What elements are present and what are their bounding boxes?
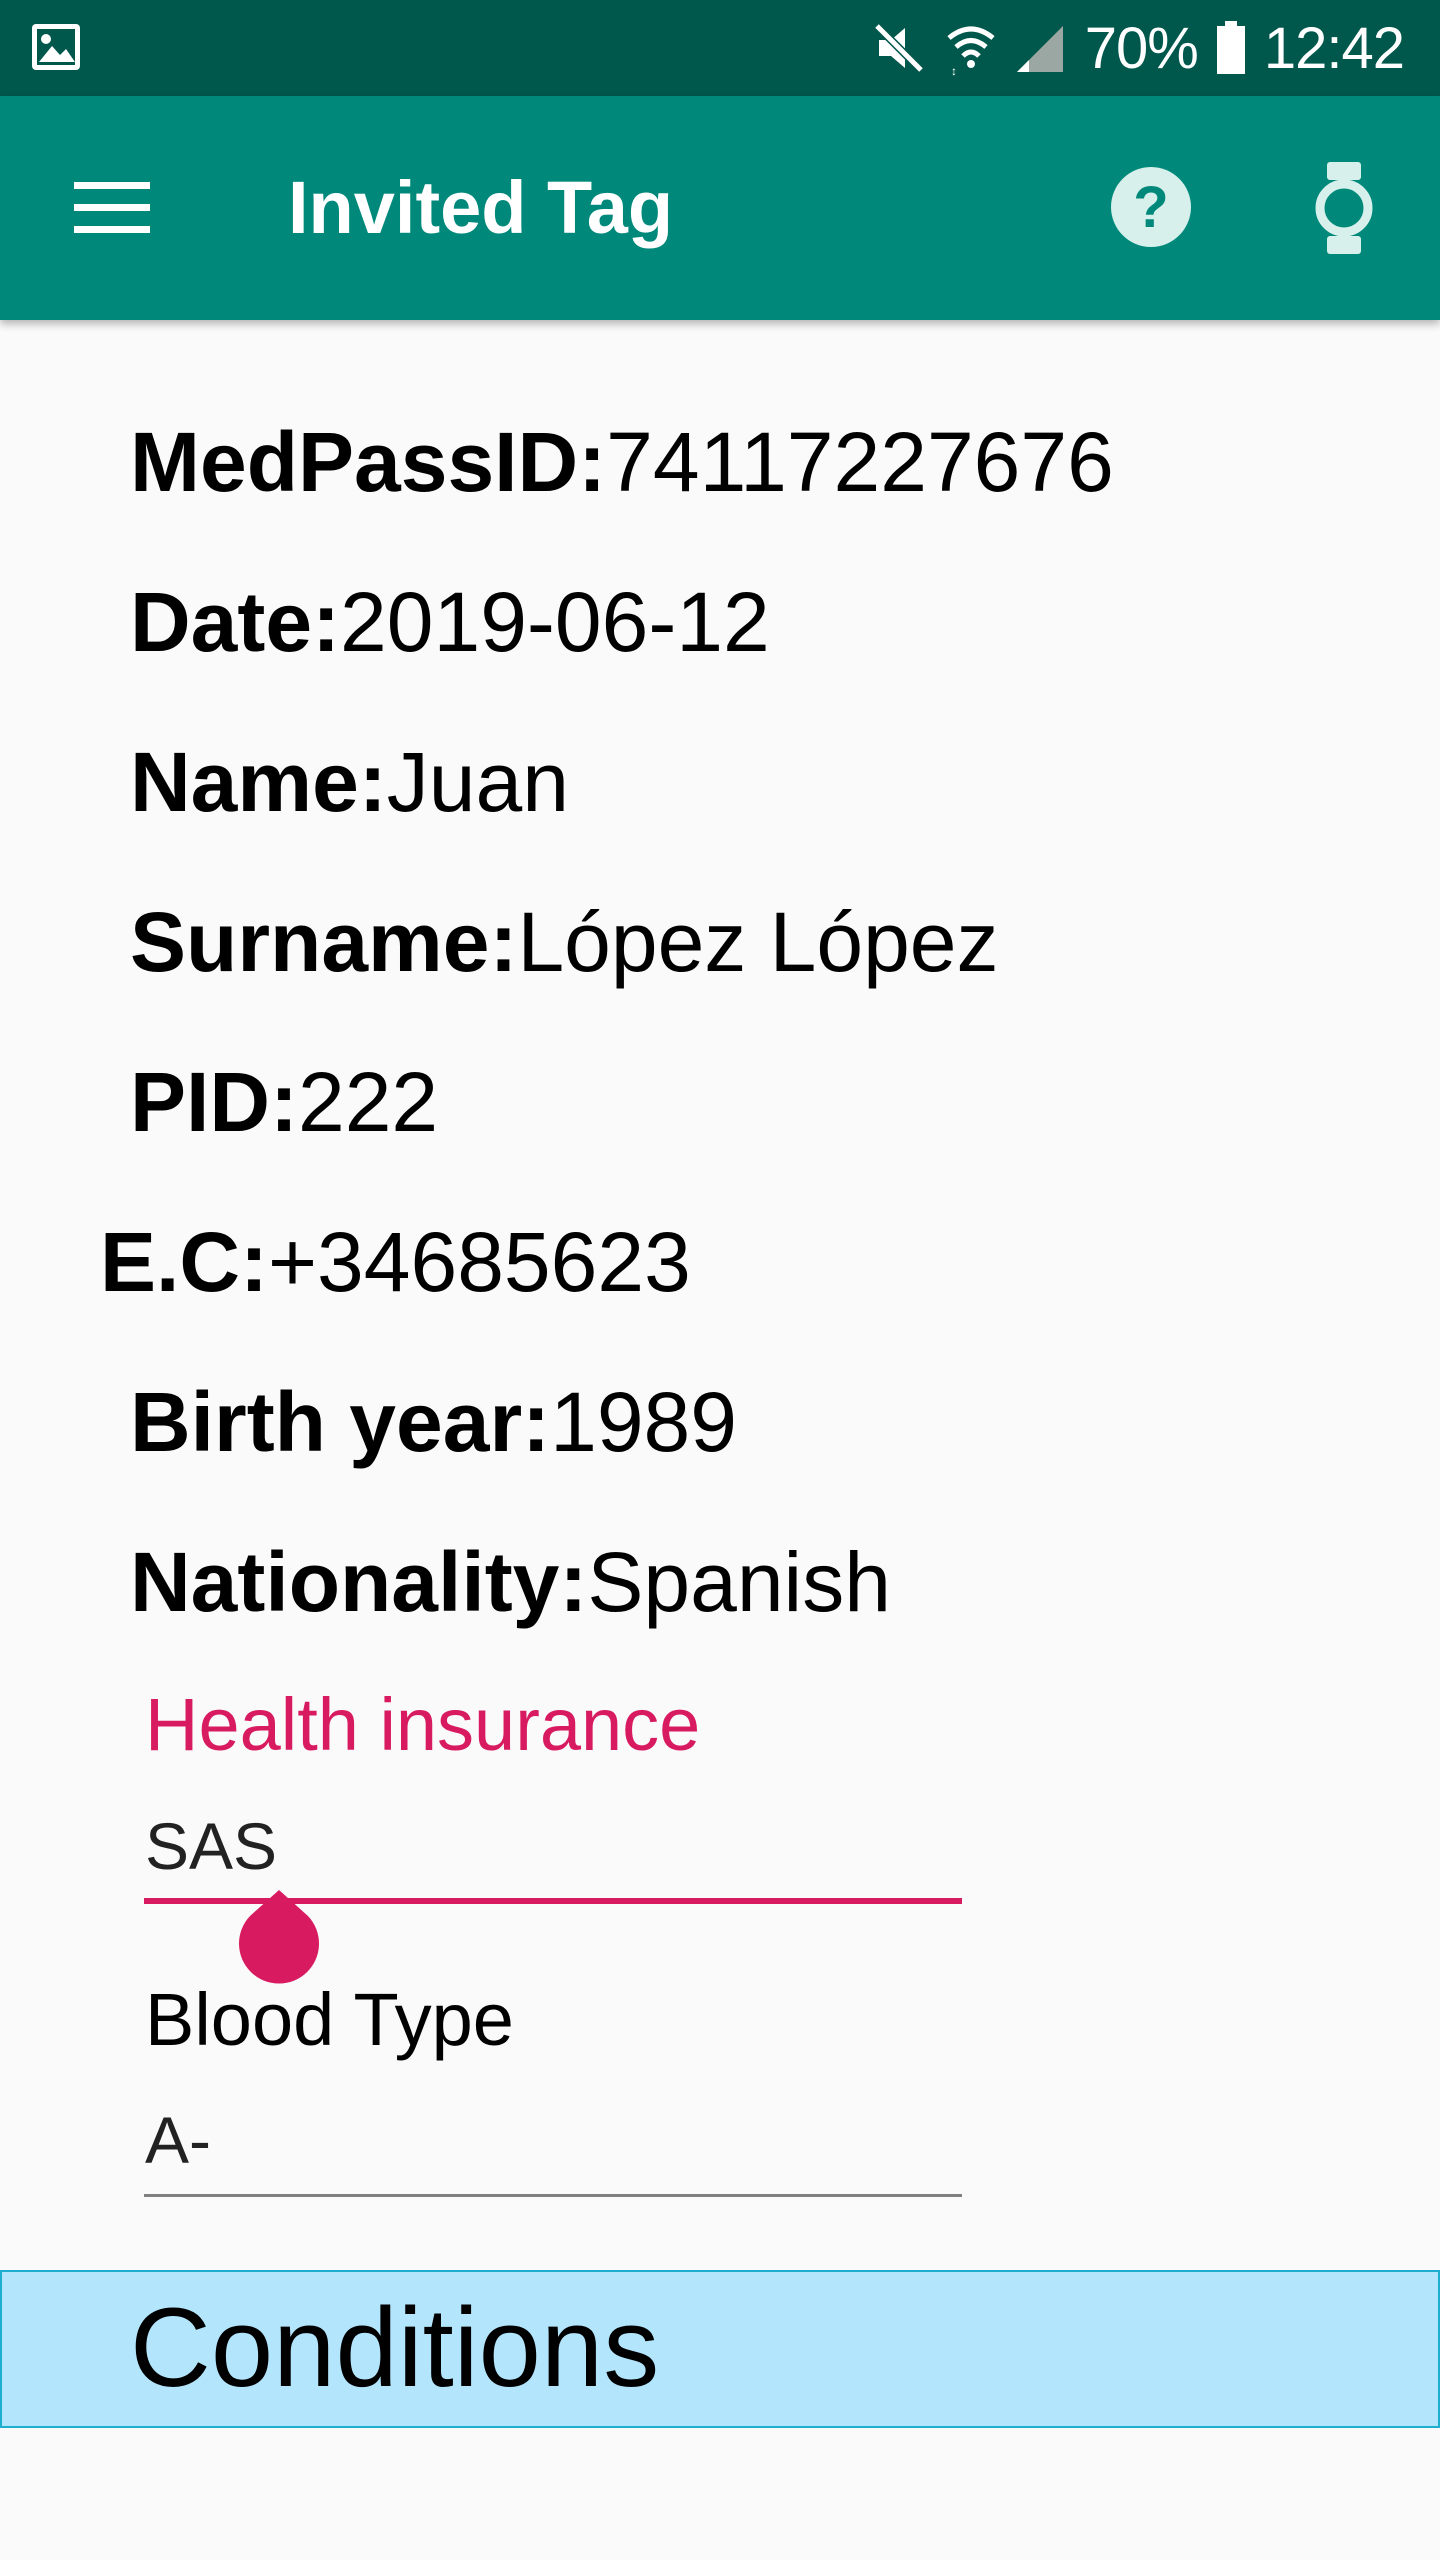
name-row: Name:Juan	[130, 734, 569, 830]
image-icon	[32, 24, 80, 70]
nationality-label: Nationality:	[130, 1535, 588, 1629]
blood-type-underline	[144, 2194, 962, 2197]
battery-percent: 70%	[1084, 15, 1199, 81]
emergency-contact-row: E.C:+34685623	[100, 1214, 691, 1310]
signal-icon	[1016, 26, 1063, 72]
surname-row: Surname:López López	[130, 894, 999, 990]
page-title: Invited Tag	[288, 166, 674, 249]
svg-text:↕: ↕	[951, 64, 957, 76]
blood-type-label: Blood Type	[145, 1978, 514, 2061]
health-insurance-input[interactable]: SAS	[145, 1808, 277, 1884]
svg-text:?: ?	[1133, 175, 1168, 240]
birth-year-label: Birth year:	[130, 1375, 551, 1469]
wifi-icon: ↕	[947, 26, 995, 76]
health-insurance-label: Health insurance	[145, 1683, 701, 1766]
emergency-contact-label: E.C:	[100, 1215, 268, 1309]
status-bar: ↕ 70% 12:42	[0, 0, 1440, 96]
blood-type-input[interactable]: A-	[145, 2102, 211, 2178]
surname-value: López López	[517, 895, 999, 989]
mute-icon	[873, 23, 924, 73]
medpass-id-label: MedPassID:	[130, 415, 607, 509]
battery-icon	[1216, 21, 1245, 74]
surname-label: Surname:	[130, 895, 518, 989]
conditions-title: Conditions	[130, 2285, 660, 2410]
clock: 12:42	[1263, 15, 1405, 81]
nationality-value: Spanish	[587, 1535, 891, 1629]
help-icon[interactable]: ?	[1110, 166, 1192, 248]
conditions-section[interactable]: Conditions	[0, 2270, 1440, 2428]
birth-year-value: 1989	[550, 1375, 737, 1469]
name-label: Name:	[130, 735, 387, 829]
medpass-id-row: MedPassID:74117227676	[130, 414, 1114, 510]
nationality-row: Nationality:Spanish	[130, 1534, 891, 1630]
text-cursor-handle[interactable]	[238, 1890, 320, 1984]
medpass-id-value: 74117227676	[606, 415, 1114, 509]
date-row: Date:2019-06-12	[130, 574, 770, 670]
app-bar: Invited Tag ?	[0, 96, 1440, 320]
name-value: Juan	[386, 735, 569, 829]
watch-icon[interactable]	[1313, 162, 1375, 254]
pid-value: 222	[298, 1055, 439, 1149]
date-value: 2019-06-12	[340, 575, 770, 669]
emergency-contact-value: +34685623	[268, 1215, 691, 1309]
date-label: Date:	[130, 575, 341, 669]
pid-label: PID:	[130, 1055, 298, 1149]
birth-year-row: Birth year:1989	[130, 1374, 737, 1470]
pid-row: PID:222	[130, 1054, 438, 1150]
menu-icon[interactable]	[74, 180, 150, 236]
